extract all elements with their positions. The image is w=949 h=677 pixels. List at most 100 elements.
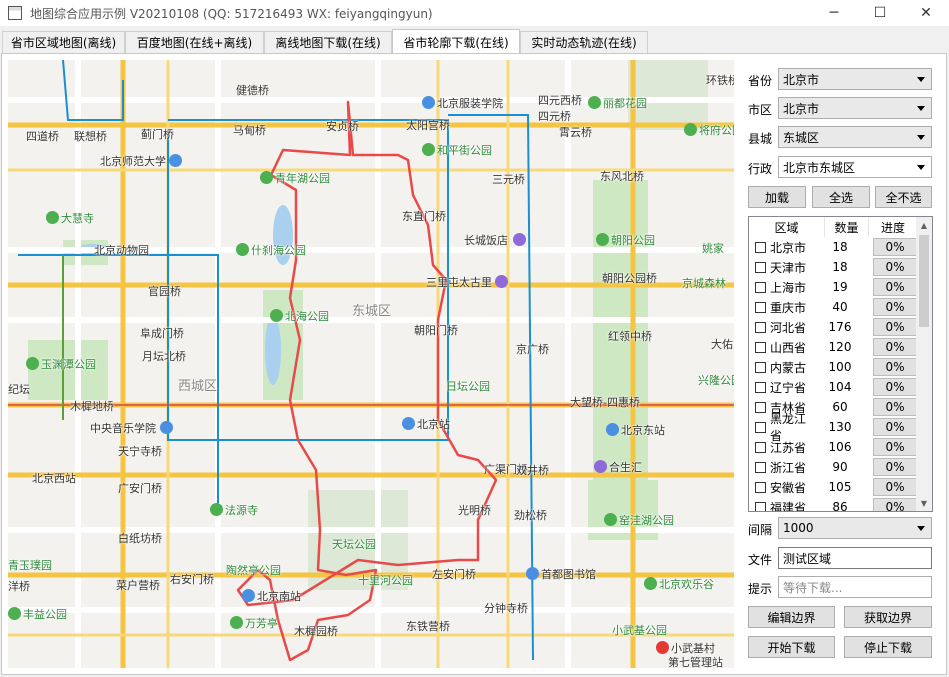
map-label: 官园桥 <box>148 285 181 298</box>
table-row[interactable]: 黑龙江省 130 0% <box>749 412 917 443</box>
table-row[interactable]: 北京市 18 0% <box>749 237 917 257</box>
table-row[interactable]: 重庆市 40 0% <box>749 297 917 317</box>
map-label: 北京服装学院 <box>422 95 503 111</box>
map-label: 安贞桥 <box>326 120 359 133</box>
row-progress: 0% <box>873 298 917 316</box>
row-checkbox[interactable] <box>755 301 766 313</box>
map-label: 小武基公园 <box>612 624 667 637</box>
admin-select[interactable]: 北京市东城区 <box>778 156 932 178</box>
row-checkbox[interactable] <box>755 361 766 373</box>
county-select[interactable]: 东城区 <box>778 126 932 148</box>
row-checkbox[interactable] <box>755 261 766 273</box>
row-checkbox[interactable] <box>755 481 766 493</box>
map-view[interactable]: 健德桥 北京服装学院 四元西桥 丽都花园 环铁桥 四元桥 安贞桥 太阳宫桥 马甸… <box>8 60 734 668</box>
header-progress[interactable]: 进度 <box>869 217 917 237</box>
county-label: 县城 <box>748 132 773 146</box>
map-label: 朝阳公园 <box>596 232 655 248</box>
row-count: 86 <box>832 500 848 512</box>
tab-bar: 省市区域地图(离线) 百度地图(在线+离线) 离线地图下载(在线) 省市轮廓下载… <box>0 29 949 54</box>
chevron-down-icon <box>917 526 925 531</box>
row-checkbox[interactable] <box>755 461 766 473</box>
interval-select[interactable]: 1000 <box>778 517 932 539</box>
map-label: 青玉璞园 <box>8 559 52 572</box>
control-panel: 省份 北京市 市区 北京市 县城 东城区 行政 北京市东城区 加载 全选 全不选… <box>738 60 944 668</box>
row-checkbox[interactable] <box>755 281 766 293</box>
file-label: 文件 <box>748 553 773 567</box>
row-checkbox[interactable] <box>755 441 766 453</box>
load-button[interactable]: 加载 <box>748 186 806 208</box>
header-region[interactable]: 区域 <box>749 217 825 237</box>
row-progress: 0% <box>873 478 917 496</box>
interval-label: 间隔 <box>748 523 773 537</box>
tab-outline-download[interactable]: 省市轮廓下载(在线) <box>392 29 520 54</box>
row-checkbox[interactable] <box>755 321 766 333</box>
map-label: 京城森林 <box>682 277 726 290</box>
tab-province-map[interactable]: 省市区域地图(离线) <box>2 31 125 53</box>
table-row[interactable]: 辽宁省 104 0% <box>749 377 917 397</box>
map-label: 将府公园 <box>684 122 734 138</box>
city-select[interactable]: 北京市 <box>778 97 932 119</box>
header-count[interactable]: 数量 <box>825 217 869 237</box>
row-count: 106 <box>828 440 852 454</box>
table-row[interactable]: 河北省 176 0% <box>749 317 917 337</box>
edit-boundary-button[interactable]: 编辑边界 <box>748 606 835 628</box>
row-checkbox[interactable] <box>755 401 766 413</box>
scroll-down-icon[interactable]: ▼ <box>916 495 932 511</box>
hint-field: 等待下载... <box>778 576 932 598</box>
region-table[interactable]: 区域 数量 进度 北京市 18 0% 天津市 18 0% 上海市 19 0% 重庆市 40 0%… <box>748 216 933 512</box>
minimize-button[interactable]: ─ <box>811 0 857 26</box>
table-header: 区域 数量 进度 <box>749 217 917 237</box>
get-boundary-button[interactable]: 获取边界 <box>844 606 932 628</box>
map-label: 北海公园 <box>270 308 329 324</box>
row-checkbox[interactable] <box>755 381 766 393</box>
map-label: 四道桥 <box>26 130 59 143</box>
table-row[interactable]: 山西省 120 0% <box>749 337 917 357</box>
table-scrollbar[interactable]: ▲ ▼ <box>916 217 932 511</box>
app-icon <box>8 6 22 20</box>
row-checkbox[interactable] <box>755 421 766 433</box>
row-progress: 0% <box>873 398 917 416</box>
scroll-up-icon[interactable]: ▲ <box>916 217 932 233</box>
map-label: 三元桥 <box>492 173 525 186</box>
tab-realtime-track[interactable]: 实时动态轨迹(在线) <box>520 31 648 53</box>
map-label: 和平街公园 <box>422 142 492 158</box>
table-row[interactable]: 福建省 86 0% <box>749 497 917 512</box>
scrollbar-thumb[interactable] <box>919 235 929 327</box>
row-checkbox[interactable] <box>755 341 766 353</box>
table-row[interactable]: 浙江省 90 0% <box>749 457 917 477</box>
row-count: 105 <box>828 480 852 494</box>
map-label: 东直门桥 <box>402 210 446 223</box>
map-label: 东铁营桥 <box>406 620 450 633</box>
row-progress: 0% <box>873 318 917 336</box>
select-all-button[interactable]: 全选 <box>812 186 870 208</box>
select-none-button[interactable]: 全不选 <box>875 186 932 208</box>
map-label: 蓟门桥 <box>141 128 174 141</box>
table-row[interactable]: 天津市 18 0% <box>749 257 917 277</box>
map-label: 丽都花园 <box>588 95 647 111</box>
table-row[interactable]: 内蒙古 100 0% <box>749 357 917 377</box>
chevron-down-icon <box>917 106 925 111</box>
table-row[interactable]: 江苏省 106 0% <box>749 437 917 457</box>
county-value: 东城区 <box>783 130 820 145</box>
map-district-label: 西城区 <box>178 379 218 394</box>
map-label: 北京西站 <box>32 472 76 485</box>
table-row[interactable]: 安徽省 105 0% <box>749 477 917 497</box>
row-checkbox[interactable] <box>755 501 766 511</box>
row-count: 60 <box>832 400 848 414</box>
start-download-button[interactable]: 开始下载 <box>748 636 835 658</box>
close-button[interactable]: ✕ <box>903 0 949 26</box>
province-select[interactable]: 北京市 <box>778 68 932 90</box>
row-name: 辽宁省 <box>770 380 807 395</box>
file-field[interactable]: 测试区域 <box>778 547 932 569</box>
row-count: 120 <box>828 340 852 354</box>
row-checkbox[interactable] <box>755 241 766 253</box>
stop-download-button[interactable]: 停止下载 <box>844 636 932 658</box>
tab-baidu-map[interactable]: 百度地图(在线+离线) <box>125 31 264 53</box>
chevron-down-icon <box>917 77 925 82</box>
tab-offline-download[interactable]: 离线地图下载(在线) <box>264 31 392 53</box>
map-label: 法源寺 <box>210 502 258 518</box>
map-label: 十里河公园 <box>358 574 413 587</box>
map-label: 左安门桥 <box>432 568 476 581</box>
table-row[interactable]: 上海市 19 0% <box>749 277 917 297</box>
maximize-button[interactable]: ☐ <box>857 0 903 26</box>
